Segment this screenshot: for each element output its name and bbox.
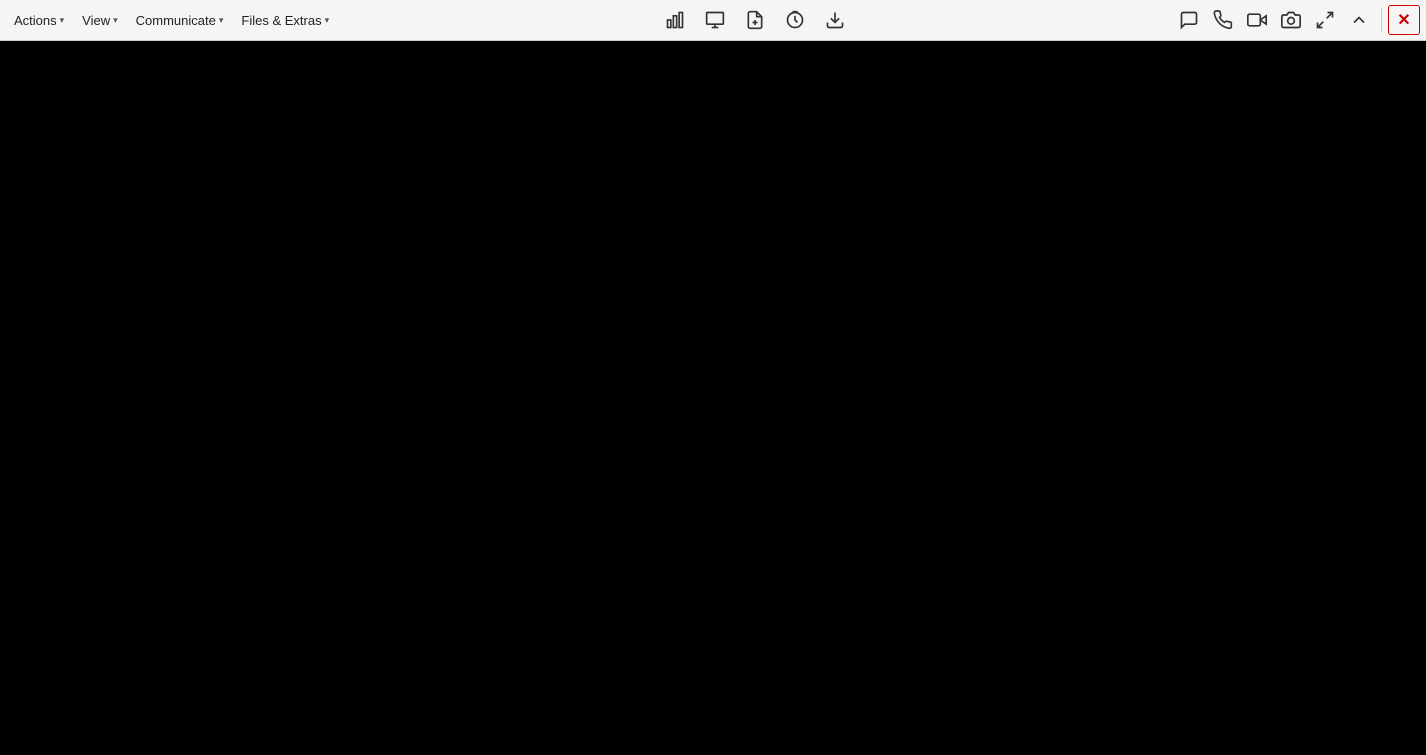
video-icon: [1247, 10, 1267, 30]
files-extras-chevron: ▾: [325, 15, 330, 26]
toolbar-divider: [1381, 8, 1382, 32]
phone-icon: [1213, 10, 1233, 30]
communicate-label: Communicate: [136, 13, 216, 28]
video-icon-btn[interactable]: [1241, 5, 1273, 35]
presentation-icon-btn[interactable]: [699, 5, 731, 35]
camera-icon-btn[interactable]: [1275, 5, 1307, 35]
toolbar-right: ✕: [1173, 5, 1420, 35]
arrow-up-icon: [1349, 10, 1369, 30]
share-file-icon-btn[interactable]: [739, 5, 771, 35]
share-file-icon: [745, 10, 765, 30]
view-chevron: ▾: [113, 15, 118, 26]
fullscreen-icon: [1315, 10, 1335, 30]
toolbar-left: Actions ▾ View ▾ Communicate ▾ Files & E…: [6, 9, 337, 32]
presentation-icon: [705, 10, 725, 30]
actions-chevron: ▾: [60, 15, 65, 26]
chat-icon-btn[interactable]: [1173, 5, 1205, 35]
arrow-up-icon-btn[interactable]: [1343, 5, 1375, 35]
menu-communicate[interactable]: Communicate ▾: [128, 9, 232, 32]
stats-icon-btn[interactable]: [659, 5, 691, 35]
download-icon-btn[interactable]: [819, 5, 851, 35]
view-label: View: [82, 13, 110, 28]
toolbar-center: [659, 5, 851, 35]
phone-icon-btn[interactable]: [1207, 5, 1239, 35]
close-button[interactable]: ✕: [1388, 5, 1420, 35]
menu-files-extras[interactable]: Files & Extras ▾: [233, 9, 337, 32]
files-extras-label: Files & Extras: [241, 13, 321, 28]
main-content: [0, 41, 1426, 755]
toolbar: Actions ▾ View ▾ Communicate ▾ Files & E…: [0, 0, 1426, 41]
stats-icon: [665, 10, 685, 30]
camera-icon: [1281, 10, 1301, 30]
timer-icon-btn[interactable]: [779, 5, 811, 35]
timer-icon: [785, 10, 805, 30]
download-icon: [825, 10, 845, 30]
close-label: ✕: [1397, 10, 1410, 30]
fullscreen-icon-btn[interactable]: [1309, 5, 1341, 35]
menu-view[interactable]: View ▾: [74, 9, 125, 32]
menu-actions[interactable]: Actions ▾: [6, 9, 72, 32]
actions-label: Actions: [14, 13, 57, 28]
chat-icon: [1179, 10, 1199, 30]
communicate-chevron: ▾: [219, 15, 224, 26]
